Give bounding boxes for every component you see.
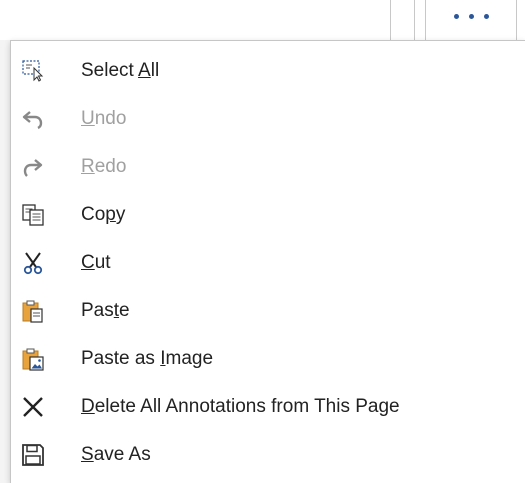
menu-item-label: Paste as Image [81, 348, 214, 369]
menu-item-label: Save As [81, 444, 151, 465]
toolbar [0, 0, 525, 40]
menu-item-label: Select All [81, 60, 160, 81]
delete-x-icon [21, 395, 45, 419]
menu-item-delete-all-annotations[interactable]: Delete All Annotations from This Page [11, 383, 525, 431]
copy-icon [21, 203, 45, 227]
cut-icon [21, 251, 45, 275]
paste-as-image-icon [21, 347, 45, 371]
menu-item-paste-as-image[interactable]: Paste as Image [11, 335, 525, 383]
menu-item-label: Paste [81, 300, 130, 321]
context-menu: Select All Undo Redo Copy Cut Paste Past… [10, 40, 525, 483]
menu-item-paste[interactable]: Paste [11, 287, 525, 335]
menu-item-copy[interactable]: Copy [11, 191, 525, 239]
undo-icon [21, 107, 45, 131]
toolbar-separator [390, 0, 391, 40]
menu-item-label: Delete All Annotations from This Page [81, 396, 400, 417]
more-horizontal-dots-icon [454, 14, 490, 20]
menu-item-undo[interactable]: Undo [11, 95, 525, 143]
menu-item-select-all[interactable]: Select All [11, 47, 525, 95]
menu-item-label: Undo [81, 108, 127, 129]
menu-item-label: Redo [81, 156, 127, 177]
menu-item-save-as[interactable]: Save As [11, 431, 525, 479]
select-all-icon [21, 59, 45, 83]
more-options-button[interactable] [425, 0, 517, 40]
menu-item-cut[interactable]: Cut [11, 239, 525, 287]
menu-item-label: Cut [81, 252, 111, 273]
menu-item-redo[interactable]: Redo [11, 143, 525, 191]
redo-icon [21, 155, 45, 179]
save-icon [21, 443, 45, 467]
app-window: Select All Undo Redo Copy Cut Paste Past… [0, 0, 525, 483]
paste-icon [21, 299, 45, 323]
toolbar-separator [414, 0, 415, 40]
menu-item-label: Copy [81, 204, 126, 225]
